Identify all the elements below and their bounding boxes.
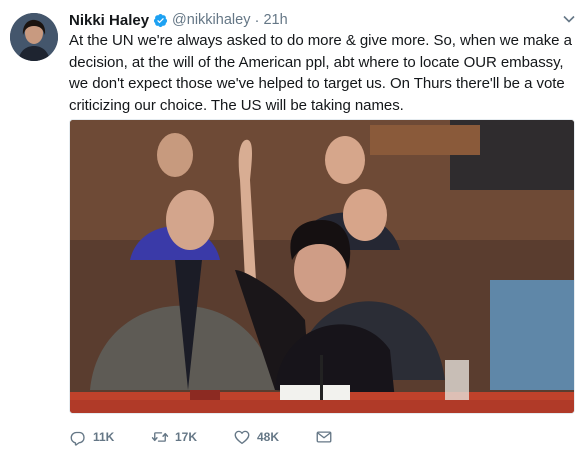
tweet-photo[interactable] bbox=[69, 119, 575, 414]
reply-count: 11K bbox=[93, 430, 115, 444]
retweet-button[interactable]: 17K bbox=[151, 426, 233, 448]
reply-icon bbox=[70, 431, 85, 446]
retweet-icon bbox=[151, 432, 169, 442]
like-count: 48K bbox=[257, 430, 280, 444]
tweet-actions: 11K 17K 48K bbox=[69, 426, 333, 448]
avatar[interactable] bbox=[10, 13, 58, 61]
timestamp[interactable]: 21h bbox=[263, 12, 287, 28]
reply-button[interactable]: 11K bbox=[69, 426, 151, 448]
tweet-text: At the UN we're always asked to do more … bbox=[69, 32, 572, 114]
chevron-down-icon[interactable] bbox=[562, 12, 576, 26]
separator-dot: · bbox=[254, 11, 260, 29]
direct-message-button[interactable] bbox=[315, 426, 333, 448]
verified-badge-icon bbox=[153, 13, 168, 28]
heart-icon bbox=[234, 430, 250, 445]
like-button[interactable]: 48K bbox=[233, 426, 315, 448]
tweet-header: Nikki Haley @nikkihaley · 21h bbox=[69, 10, 288, 30]
tweet-card[interactable]: Nikki Haley @nikkihaley · 21h At the UN … bbox=[0, 0, 588, 458]
envelope-icon bbox=[316, 431, 332, 443]
retweet-count: 17K bbox=[175, 430, 198, 444]
author-handle[interactable]: @nikkihaley bbox=[172, 12, 250, 28]
author-name[interactable]: Nikki Haley bbox=[69, 12, 149, 29]
